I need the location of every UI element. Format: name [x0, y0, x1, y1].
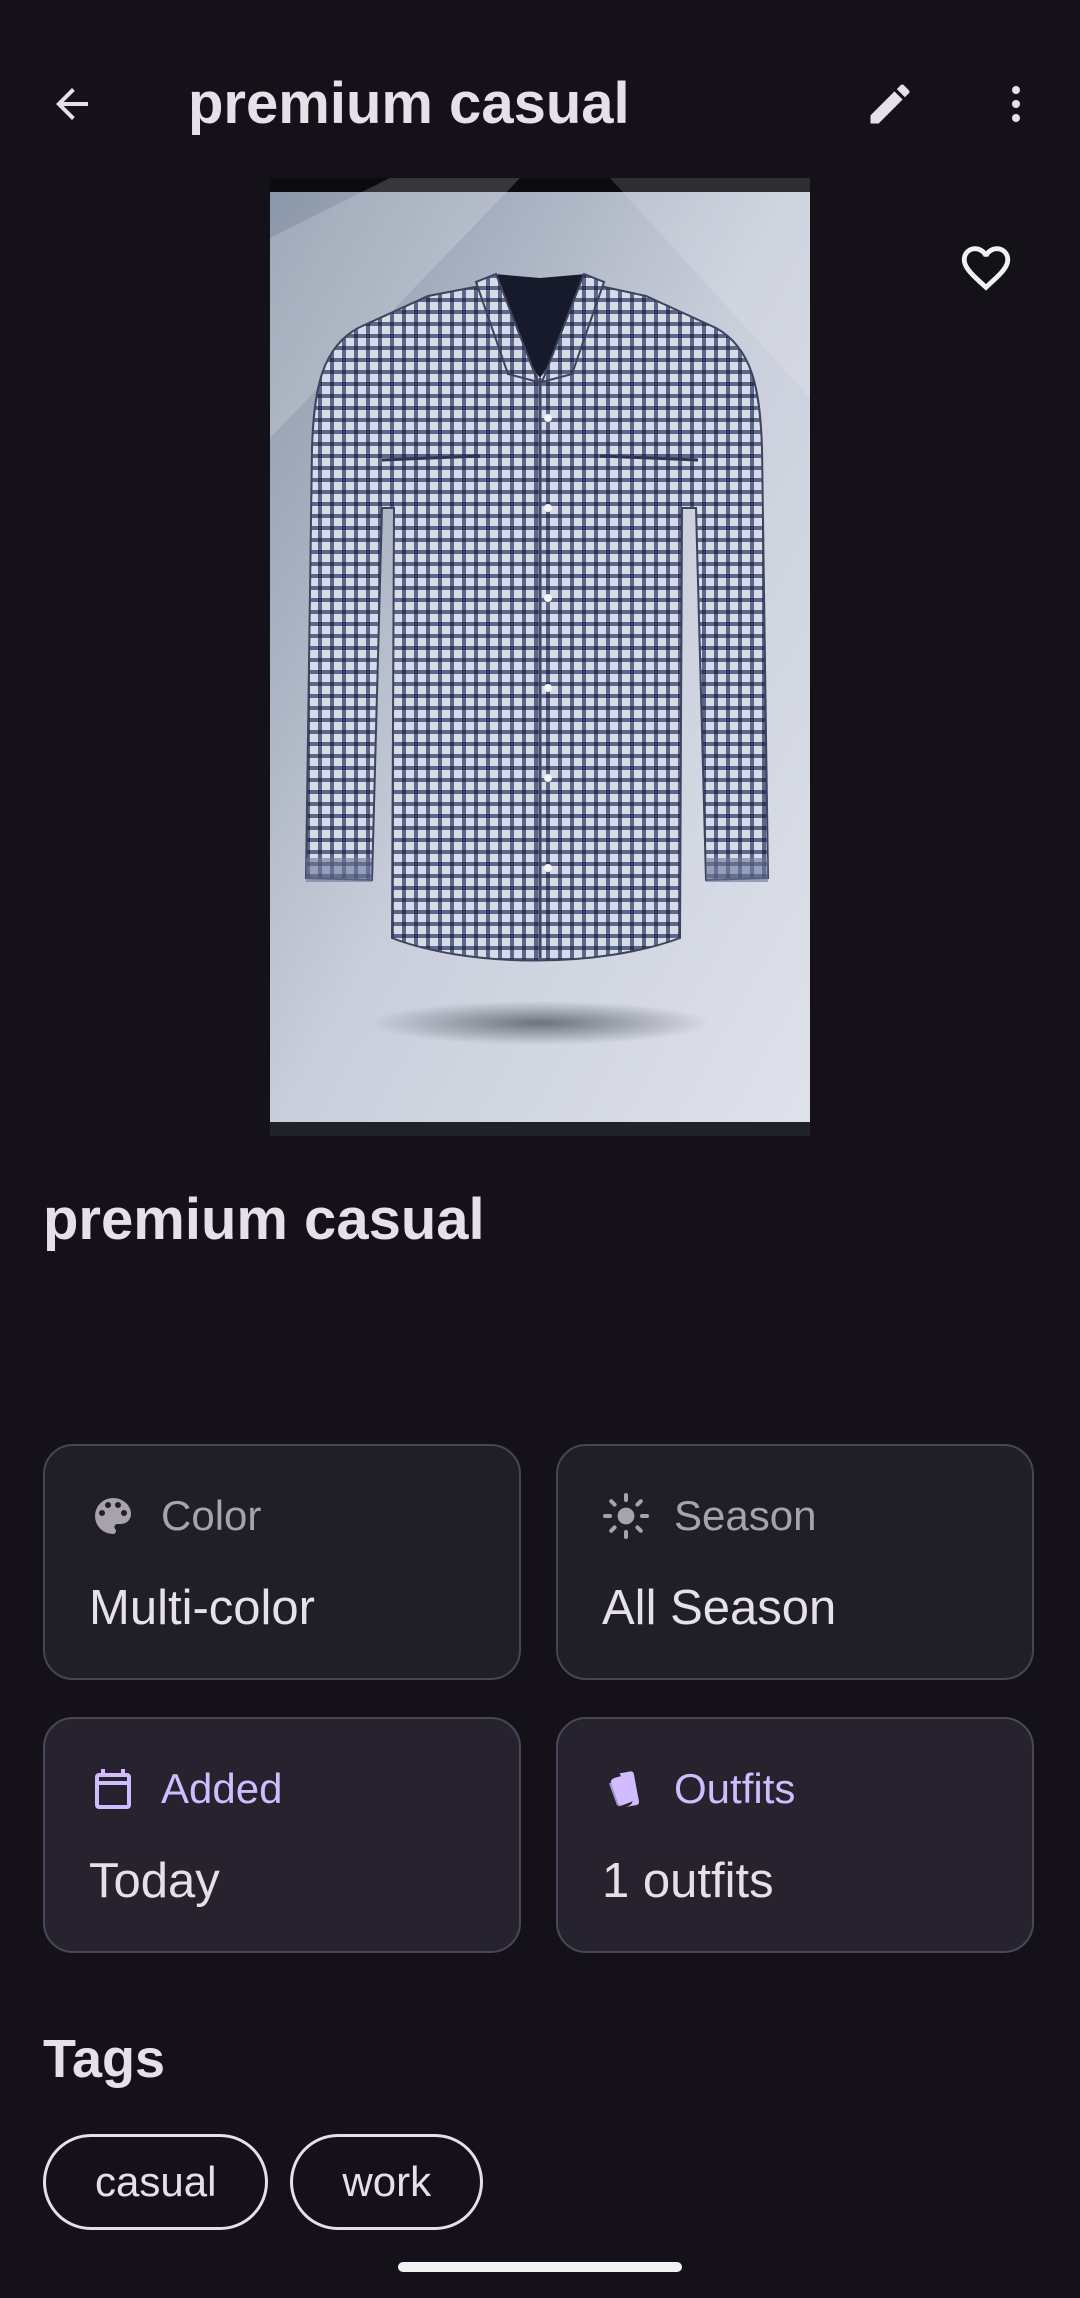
- tags-heading: Tags: [43, 2029, 166, 2089]
- outfits-value: 1 outfits: [602, 1854, 774, 1908]
- pencil-icon: [864, 78, 916, 130]
- page-title: premium casual: [188, 71, 630, 136]
- outfits-label: Outfits: [674, 1765, 796, 1812]
- sun-icon: [602, 1492, 674, 1540]
- outfits-card[interactable]: Outfits 1 outfits: [556, 1717, 1034, 1953]
- item-photo[interactable]: [270, 178, 810, 1136]
- calendar-icon: [89, 1765, 161, 1813]
- added-value: Today: [89, 1854, 220, 1908]
- color-label: Color: [161, 1492, 262, 1539]
- heart-outline-icon: [957, 239, 1015, 302]
- top-app-bar: premium casual: [0, 40, 1080, 168]
- tag-chips: casual work: [43, 2134, 505, 2230]
- added-card: Added Today: [43, 1717, 521, 1953]
- back-button[interactable]: [24, 56, 120, 152]
- season-card: Season All Season: [556, 1444, 1034, 1680]
- arrow-back-icon: [48, 80, 96, 128]
- season-value: All Season: [602, 1581, 837, 1635]
- more-vert-icon: [992, 80, 1040, 128]
- season-label: Season: [674, 1492, 817, 1539]
- tag-style-icon: [602, 1765, 674, 1813]
- more-options-button[interactable]: [968, 56, 1064, 152]
- color-value: Multi-color: [89, 1581, 315, 1635]
- edit-button[interactable]: [842, 56, 938, 152]
- tag-chip-casual[interactable]: casual: [43, 2134, 269, 2230]
- color-card: Color Multi-color: [43, 1444, 521, 1680]
- palette-icon: [89, 1492, 161, 1540]
- gesture-navigation-bar[interactable]: [398, 2262, 682, 2272]
- item-name: premium casual: [43, 1187, 485, 1252]
- favorite-button[interactable]: [938, 222, 1034, 318]
- tag-chip-work[interactable]: work: [290, 2134, 484, 2230]
- added-label: Added: [161, 1765, 283, 1812]
